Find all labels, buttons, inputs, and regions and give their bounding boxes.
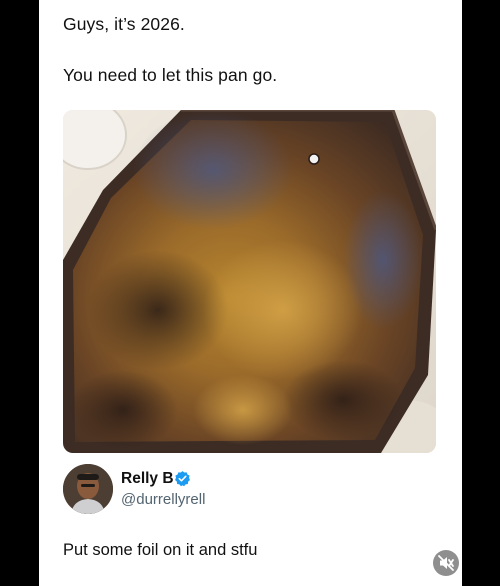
pan-photo[interactable] xyxy=(63,110,436,453)
speaker-muted-icon xyxy=(438,555,454,571)
post-text-line-2: You need to let this pan go. xyxy=(63,65,278,85)
post-card: Guys, it’s 2026. You need to let this pa… xyxy=(39,0,462,586)
avatar-illustration xyxy=(63,464,113,514)
quoted-author[interactable]: Relly B @durrellyrell xyxy=(63,464,436,516)
pan-illustration xyxy=(63,110,436,453)
verified-badge-icon xyxy=(175,471,190,487)
avatar[interactable] xyxy=(63,464,113,514)
post-text-line-1: Guys, it’s 2026. xyxy=(63,14,185,34)
author-handle[interactable]: @durrellyrell xyxy=(121,491,205,508)
mute-button[interactable] xyxy=(433,550,459,576)
reply-text: Put some foil on it and stfu xyxy=(63,541,258,559)
author-name[interactable]: Relly B xyxy=(121,470,174,488)
